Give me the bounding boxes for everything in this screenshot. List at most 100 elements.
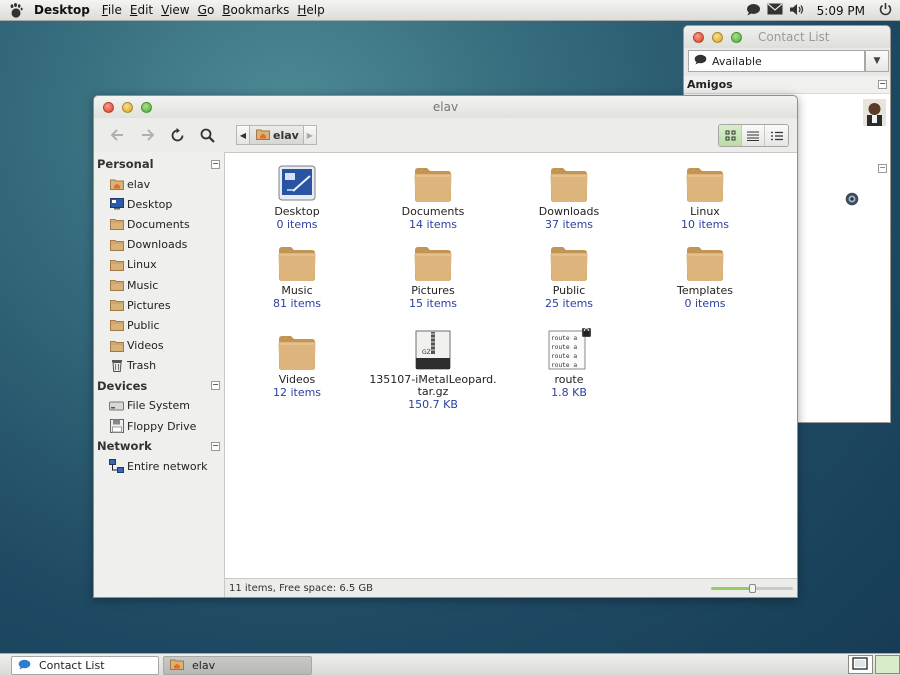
camera-icon[interactable] [845,192,859,209]
forward-button[interactable] [134,124,160,146]
taskbar-button-elav[interactable]: elav [163,656,312,675]
collapse-icon[interactable]: − [211,159,220,169]
folder-icon [365,161,501,203]
window-title: Contact List [758,30,830,44]
minimize-button[interactable] [712,31,723,43]
chat-icon[interactable] [746,3,761,19]
gnome-foot-icon[interactable] [8,2,24,18]
sidebar-network-list: Entire network [94,456,224,476]
menu-desktop[interactable]: Desktop [30,3,94,17]
file-item-4[interactable]: Linux 10 items [637,161,773,232]
sidebar-header-devices[interactable]: Devices − [94,376,224,396]
file-meta: 0 items [684,297,726,310]
file-name: Public [552,284,586,297]
sidebar-header-network[interactable]: Network − [94,436,224,456]
folder-icon [109,298,124,312]
network-icon [109,459,124,474]
file-item-8[interactable]: Templates 0 items [637,240,773,311]
file-item-6[interactable]: Pictures 15 items [365,240,501,311]
zoom-slider-thumb[interactable] [749,584,756,593]
file-meta: 25 items [544,297,594,310]
sidebar-item-documents[interactable]: Documents [94,214,224,234]
mail-icon[interactable] [767,3,783,18]
back-button[interactable] [104,124,130,146]
group-label: Amigos [687,78,733,91]
file-item-2[interactable]: Documents 14 items [365,161,501,232]
sidebar-header-personal[interactable]: Personal − [94,154,224,174]
sidebar-item-trash[interactable]: Trash [94,356,224,376]
path-left-arrow[interactable]: ◀ [236,125,250,145]
window-title: elav [432,100,459,114]
sidebar-item-file-system[interactable]: File System [94,396,224,416]
reload-button[interactable] [164,124,190,146]
view-switcher [718,124,789,147]
file-item-3[interactable]: Downloads 37 items [501,161,637,232]
clock[interactable]: 5:09 PM [817,4,865,18]
path-crumb-home[interactable]: elav [250,125,303,145]
chevron-down-icon[interactable]: ▼ [865,50,889,72]
file-icon-view[interactable]: Desktop 0 items Documents 14 items Downloa… [225,152,797,578]
menu-edit[interactable]: Edit [126,3,157,17]
workspace-2[interactable] [875,655,900,674]
maximize-button[interactable] [141,101,152,113]
menu-help[interactable]: Help [293,3,328,17]
file-item-1[interactable]: Desktop 0 items [229,161,365,232]
sidebar-item-label: Desktop [127,197,173,211]
show-desktop-icon[interactable] [0,657,8,673]
menu-file[interactable]: File [98,3,126,17]
sidebar-item-elav[interactable]: elav [94,174,224,194]
sidebar-item-linux[interactable]: Linux [94,255,224,275]
sidebar-item-public[interactable]: Public [94,315,224,335]
collapse-icon[interactable]: − [211,381,220,391]
bottom-panel: Contact List elav [0,653,900,675]
collapse-icon[interactable]: − [211,441,220,451]
menu-go[interactable]: Go [194,3,219,17]
sidebar-item-music[interactable]: Music [94,275,224,295]
workspace-1[interactable] [848,655,873,674]
contact-window-titlebar[interactable]: Contact List [684,26,890,48]
contact-avatar[interactable] [863,99,886,129]
folder-icon [637,161,773,203]
file-item-11[interactable]: route a route a route a route a route 1.8… [501,327,637,400]
taskbar-button-contact-list[interactable]: Contact List [11,656,159,675]
close-button[interactable] [693,31,704,43]
compact-view-button[interactable] [765,125,788,146]
taskbar-label: elav [192,659,216,672]
path-right-arrow[interactable]: ▶ [302,125,317,145]
status-row: Available ▼ [684,48,890,76]
volume-icon[interactable] [789,3,805,19]
collapse-icon[interactable]: − [878,80,887,89]
folder-icon [637,240,773,282]
top-panel: Desktop File Edit View Go Bookmarks Help 5:09 … [0,0,900,21]
sidebar-item-desktop[interactable]: Desktop [94,194,224,214]
file-item-10[interactable]: GZ 135107-iMetalLeopard. tar.gz 150.7 KB [365,329,501,412]
icon-view-button[interactable] [719,125,742,146]
sidebar-item-floppy-drive[interactable]: Floppy Drive [94,416,224,436]
file-item-7[interactable]: Public 25 items [501,240,637,311]
folder-icon [501,240,637,282]
search-button[interactable] [194,124,220,146]
file-item-9[interactable]: Videos 12 items [229,329,365,400]
collapse-icon[interactable]: − [878,164,887,173]
sidebar-item-label: Downloads [127,238,188,252]
maximize-button[interactable] [731,31,742,43]
workspace-switcher [848,655,900,674]
home-folder-icon [256,128,270,143]
minimize-button[interactable] [122,101,133,113]
file-manager-titlebar[interactable]: elav [94,96,797,118]
sidebar-devices-list: File System Floppy Drive [94,396,224,436]
list-view-button[interactable] [742,125,765,146]
close-button[interactable] [103,101,114,113]
power-icon[interactable] [879,2,892,19]
status-select[interactable]: Available ▼ [688,50,889,72]
sidebar-item-pictures[interactable]: Pictures [94,295,224,315]
menu-bookmarks[interactable]: Bookmarks [218,3,293,17]
menu-view[interactable]: View [157,3,193,17]
menu-bar: Desktop File Edit View Go Bookmarks Help [30,3,329,17]
contact-group-header[interactable]: Amigos − [684,76,890,94]
sidebar-item-videos[interactable]: Videos [94,336,224,356]
sidebar-item-downloads[interactable]: Downloads [94,235,224,255]
file-item-5[interactable]: Music 81 items [229,240,365,311]
zoom-slider[interactable] [711,584,793,593]
sidebar-item-entire-network[interactable]: Entire network [94,456,224,476]
